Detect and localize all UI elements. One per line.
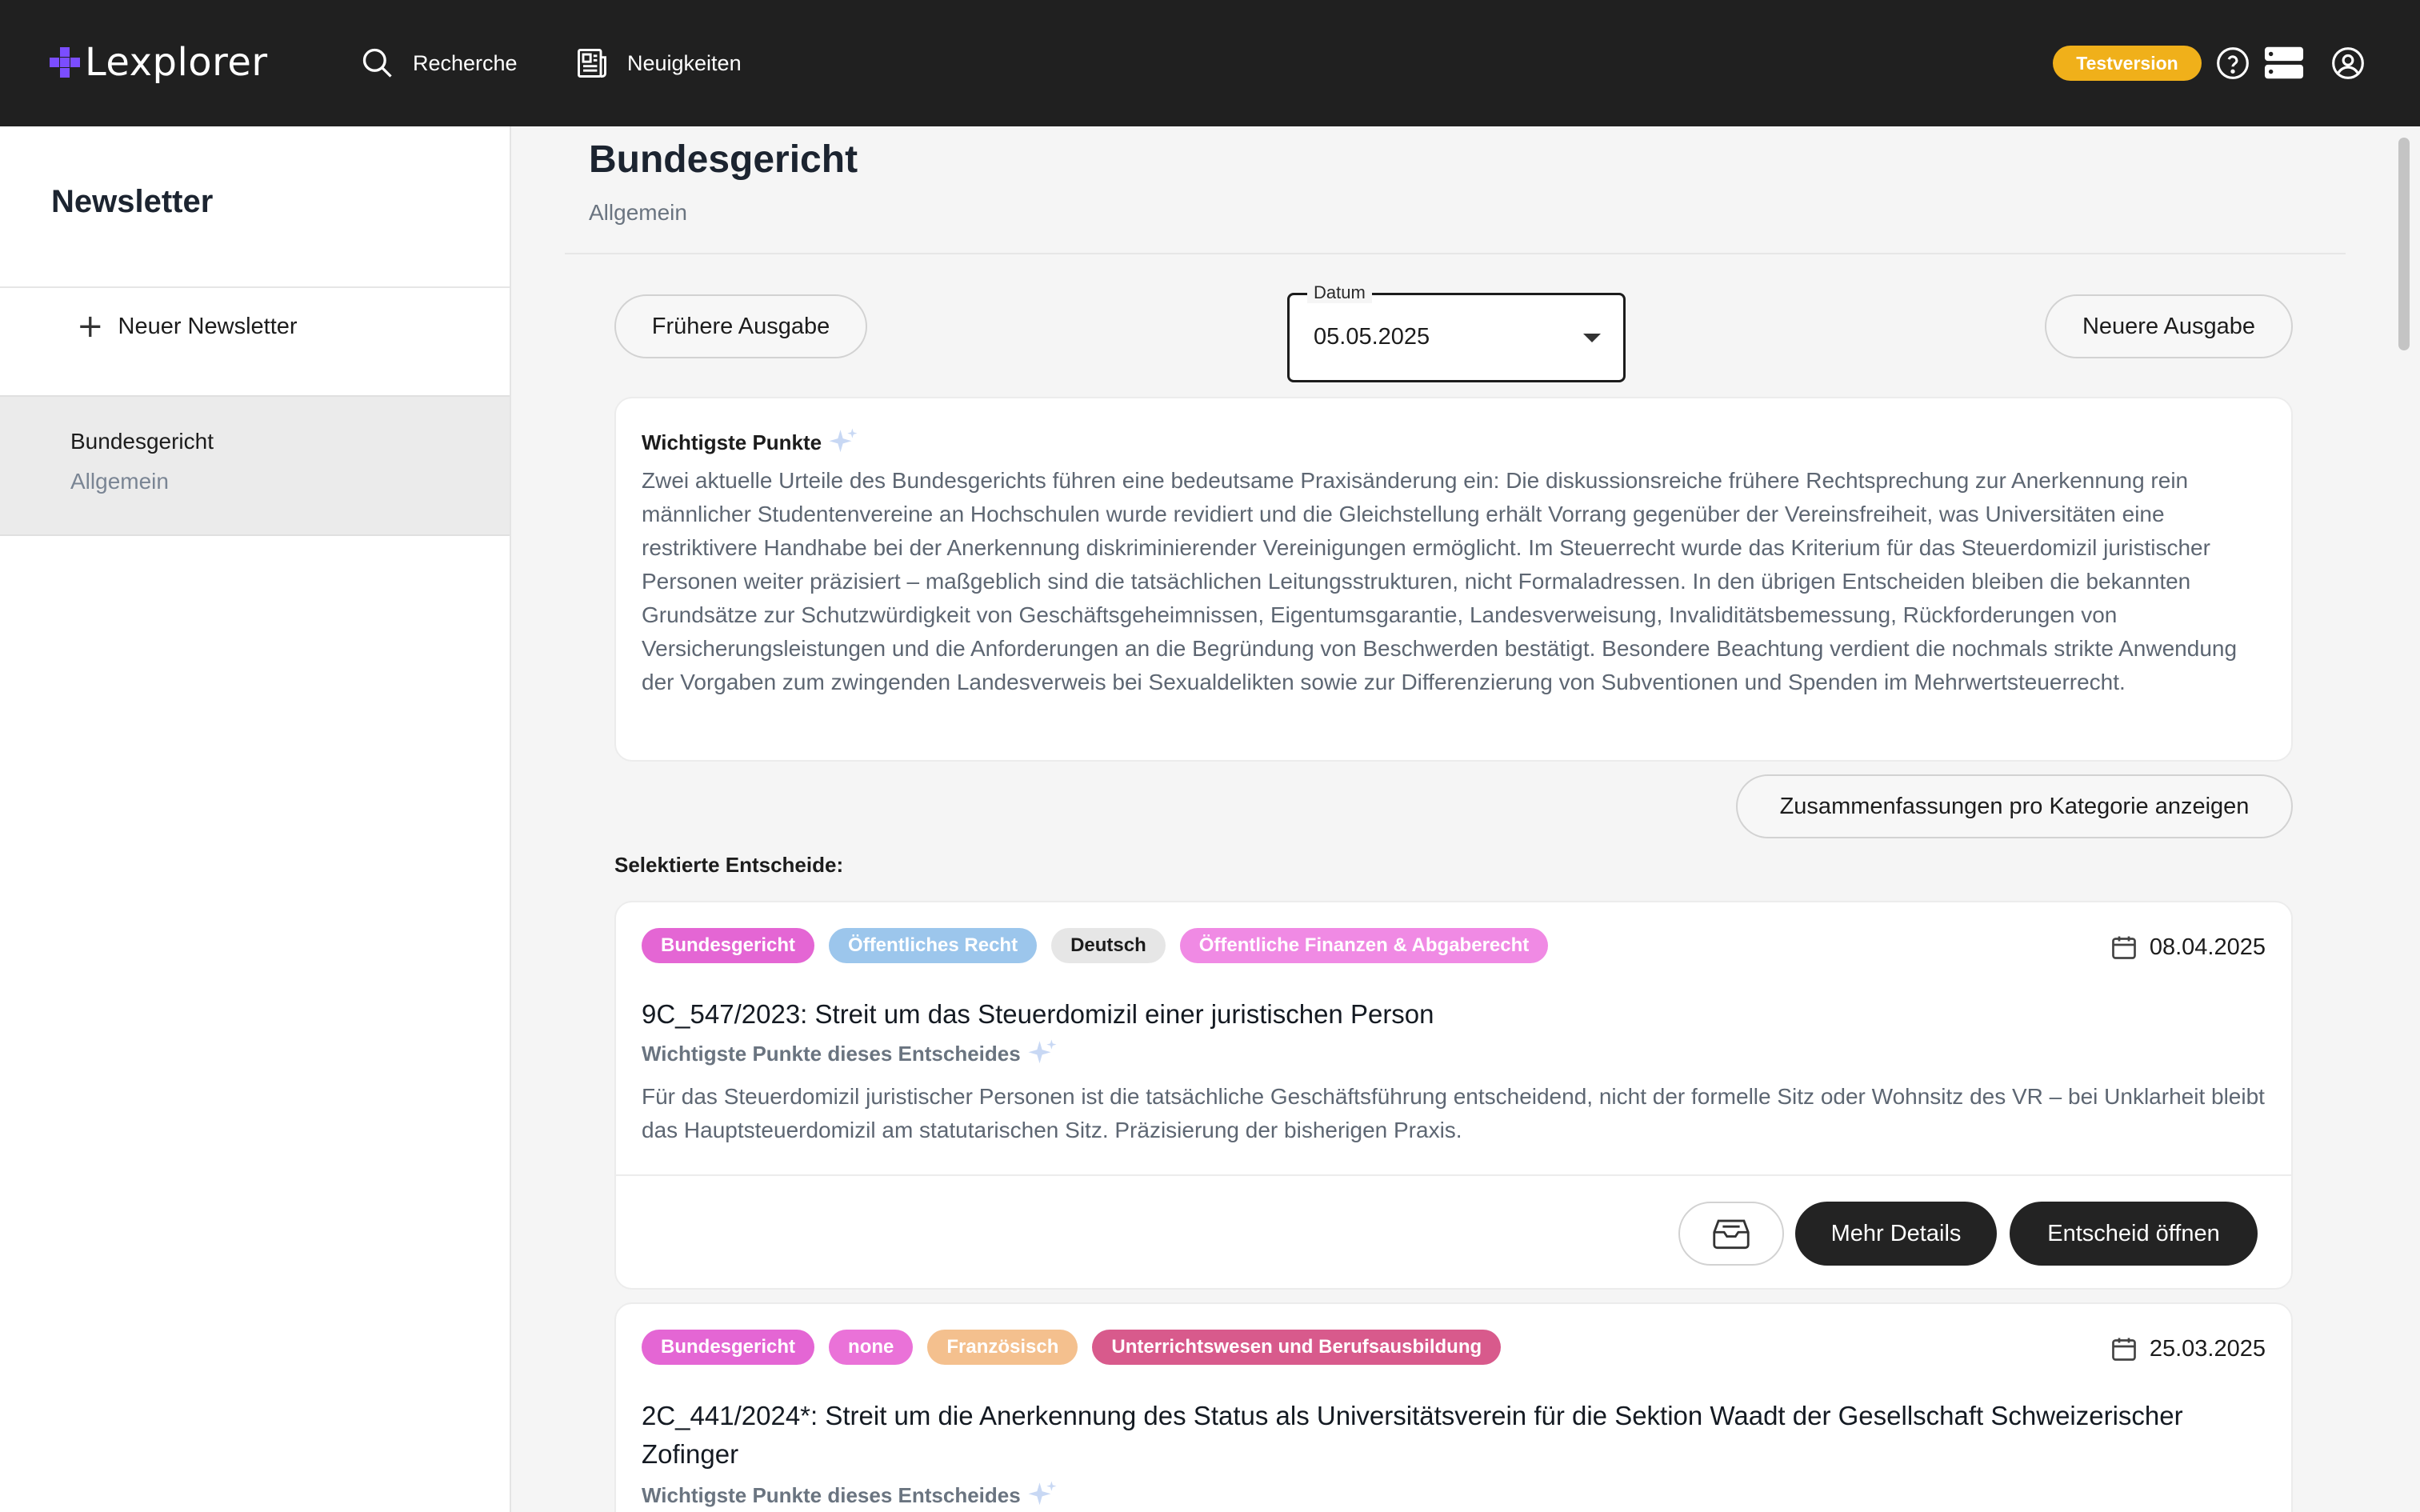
sidebar-item-title: Bundesgericht bbox=[70, 429, 214, 454]
decision-title[interactable]: 9C_547/2023: Streit um das Steuerdomizil… bbox=[642, 995, 2274, 1034]
sparkle-icon bbox=[829, 428, 858, 453]
key-points-card: Wichtigste Punkte Zwei aktuelle Urteile … bbox=[614, 397, 2293, 762]
help-button[interactable] bbox=[2213, 43, 2253, 83]
plus-icon: + bbox=[77, 308, 104, 345]
server-stack-icon bbox=[2264, 46, 2304, 79]
tag-list: Bundesgericht Öffentliches Recht Deutsch… bbox=[642, 928, 1549, 963]
caret-down-icon bbox=[1583, 334, 1601, 342]
sidebar: Newsletter + Neuer Newsletter Bundesgeri… bbox=[0, 126, 511, 1512]
sidebar-item-subtitle: Allgemein bbox=[70, 469, 169, 494]
servers-button[interactable] bbox=[2264, 43, 2304, 83]
lexplorer-logo[interactable]: Lexplorer bbox=[50, 40, 268, 85]
logo-text: Lexplorer bbox=[85, 40, 268, 85]
sidebar-divider bbox=[0, 286, 510, 288]
decision-card: Bundesgericht Öffentliches Recht Deutsch… bbox=[614, 901, 2293, 1290]
previous-edition-button[interactable]: Frühere Ausgabe bbox=[614, 294, 867, 358]
newspaper-icon bbox=[578, 49, 606, 78]
category-summaries-button[interactable]: Zusammenfassungen pro Kategorie anzeigen bbox=[1736, 774, 2293, 838]
sidebar-item-bundesgericht[interactable]: Bundesgericht Allgemein bbox=[0, 395, 510, 536]
tag-legal-area: Öffentliches Recht bbox=[829, 928, 1038, 963]
nav-news-label: Neuigkeiten bbox=[627, 50, 742, 75]
date-value: 05.05.2025 bbox=[1314, 324, 1430, 350]
calendar-icon bbox=[2111, 936, 2136, 959]
search-icon bbox=[362, 48, 392, 78]
tag-category: Öffentliche Finanzen & Abgaberecht bbox=[1179, 928, 1549, 963]
scrollbar-thumb[interactable] bbox=[2398, 138, 2410, 350]
key-points-text: Zwei aktuelle Urteile des Bundesgerichts… bbox=[642, 468, 2238, 694]
date-select[interactable]: Datum 05.05.2025 bbox=[1287, 282, 1626, 382]
tag-court: Bundesgericht bbox=[642, 1330, 815, 1365]
more-details-button[interactable]: Mehr Details bbox=[1795, 1202, 1997, 1266]
account-button[interactable] bbox=[2328, 43, 2368, 83]
tag-list: Bundesgericht none Französisch Unterrich… bbox=[642, 1330, 1502, 1365]
calendar-icon bbox=[2111, 1338, 2136, 1361]
nav-search[interactable]: Recherche bbox=[360, 42, 518, 85]
tag-court: Bundesgericht bbox=[642, 928, 815, 963]
decision-key-points-label: Wichtigste Punkte dieses Entscheides bbox=[642, 1478, 1059, 1512]
tag-legal-area: none bbox=[829, 1330, 914, 1365]
tag-language: Deutsch bbox=[1051, 928, 1166, 963]
top-navigation-bar: Lexplorer Recherche Neuigkeiten Testvers… bbox=[0, 0, 2420, 126]
decision-title[interactable]: 2C_441/2024*: Streit um die Anerkennung … bbox=[642, 1397, 2274, 1474]
key-points-title: Wichtigste Punkte bbox=[642, 426, 860, 459]
next-edition-button[interactable]: Neuere Ausgabe bbox=[2045, 294, 2293, 358]
selected-decisions-label: Selektierte Entscheide: bbox=[614, 853, 844, 877]
sidebar-title: Newsletter bbox=[51, 184, 214, 219]
user-circle-icon bbox=[2332, 47, 2364, 79]
page-title: Bundesgericht bbox=[589, 138, 858, 181]
date-label: Datum bbox=[1307, 282, 1372, 303]
nav-search-label: Recherche bbox=[413, 50, 518, 75]
decision-card: Bundesgericht none Französisch Unterrich… bbox=[614, 1302, 2293, 1512]
tag-language: Französisch bbox=[927, 1330, 1078, 1365]
decision-summary: Für das Steuerdomizil juristischer Perso… bbox=[642, 1084, 2265, 1142]
page-subtitle: Allgemein bbox=[589, 200, 687, 225]
nav-news[interactable]: Neuigkeiten bbox=[574, 42, 742, 85]
archive-button[interactable] bbox=[1678, 1202, 1784, 1266]
decision-key-points-label: Wichtigste Punkte dieses Entscheides bbox=[642, 1037, 1059, 1070]
new-newsletter-label: Neuer Newsletter bbox=[118, 313, 298, 339]
help-icon bbox=[2217, 47, 2249, 79]
inbox-icon bbox=[1713, 1219, 1750, 1250]
sparkle-icon bbox=[1028, 1039, 1057, 1064]
logo-mark-icon bbox=[50, 47, 80, 78]
new-newsletter-button[interactable]: + Neuer Newsletter bbox=[77, 304, 298, 349]
open-decision-button[interactable]: Entscheid öffnen bbox=[2010, 1202, 2258, 1266]
tag-category: Unterrichtswesen und Berufsausbildung bbox=[1092, 1330, 1502, 1365]
sparkle-icon bbox=[1028, 1481, 1057, 1506]
header-divider bbox=[565, 253, 2346, 254]
decision-date: 25.03.2025 bbox=[2110, 1334, 2266, 1363]
trial-badge[interactable]: Testversion bbox=[2053, 46, 2202, 81]
decision-date: 08.04.2025 bbox=[2110, 933, 2266, 962]
card-divider bbox=[616, 1174, 2293, 1176]
